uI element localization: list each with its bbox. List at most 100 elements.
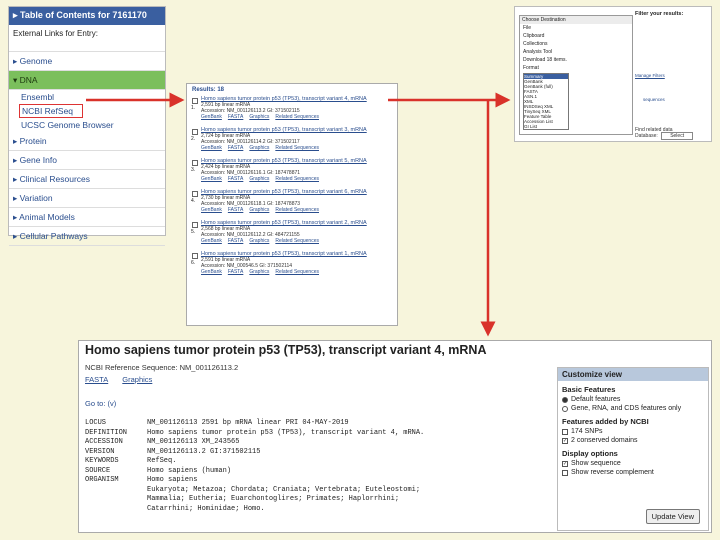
result-link[interactable]: Related Sequences (275, 176, 319, 182)
result-checkbox[interactable] (192, 160, 198, 166)
section-2[interactable]: ▸ Protein (9, 132, 165, 151)
option-label: Show sequence (571, 460, 621, 467)
record-links: FASTA Graphics (85, 375, 164, 384)
result-link[interactable]: Related Sequences (275, 238, 319, 244)
checkbox[interactable]: ✓ (562, 437, 568, 444)
record-row: DEFINITION Homo sapiens tumor protein p53… (85, 429, 424, 439)
checkbox[interactable] (562, 469, 568, 476)
sub-link-2[interactable]: UCSC Genome Browser (9, 118, 165, 132)
destination-option[interactable]: Analysis Tool (520, 48, 632, 56)
list-item: 2. Homo sapiens tumor protein p53 (TP53),… (187, 127, 397, 158)
checkbox[interactable] (562, 428, 568, 435)
result-checkbox[interactable] (192, 129, 198, 135)
result-links: GenBank FASTA Graphics Related Sequences (201, 176, 393, 182)
record-key: LOCUS (85, 419, 107, 427)
result-link[interactable]: Graphics (249, 238, 269, 244)
section-3[interactable]: ▸ Gene Info (9, 151, 165, 170)
result-link[interactable]: Related Sequences (275, 269, 319, 275)
option-row[interactable]: Gene, RNA, and CDS features only (558, 404, 708, 413)
graphics-link[interactable]: Graphics (122, 375, 152, 384)
result-number: 6. (191, 260, 196, 266)
results-count: Results: 18 (192, 87, 225, 93)
result-link[interactable]: Related Sequences (275, 145, 319, 151)
result-checkbox[interactable] (192, 253, 198, 259)
result-link[interactable]: GenBank (201, 114, 222, 120)
sequences-label: sequences (643, 97, 665, 102)
list-item: 3. Homo sapiens tumor protein p53 (TP53),… (187, 158, 397, 189)
record-row: ACCESSION NM_001126113 XM_243565 (85, 438, 424, 448)
radio-button[interactable] (562, 396, 568, 403)
result-link[interactable]: FASTA (228, 269, 243, 275)
option-row[interactable]: ✓ Show sequence (558, 459, 708, 468)
result-link[interactable]: Graphics (249, 145, 269, 151)
goto-menu[interactable]: Go to: (v) (85, 399, 116, 408)
result-number: 3. (191, 167, 196, 173)
record-value: NM_001126113.2 GI:371502115 (147, 447, 261, 456)
result-link[interactable]: FASTA (228, 176, 243, 182)
result-checkbox[interactable] (192, 222, 198, 228)
record-value: Eukaryota; Metazoa; Chordata; Craniata; … (147, 485, 421, 494)
result-link[interactable]: GenBank (201, 207, 222, 213)
record-key (85, 486, 147, 496)
option-label: Gene, RNA, and CDS features only (571, 405, 682, 412)
table-of-contents-header[interactable]: ▸ Table of Contents for 7161170 (9, 7, 165, 25)
record-value: Homo sapiens (human) (147, 466, 232, 475)
result-link[interactable]: GenBank (201, 145, 222, 151)
basic-features-options: Default features Gene, RNA, and CDS featu… (558, 395, 708, 413)
option-row[interactable]: ✓ 2 conserved domains (558, 436, 708, 445)
result-link[interactable]: Graphics (249, 114, 269, 120)
list-item: 5. Homo sapiens tumor protein p53 (TP53),… (187, 220, 397, 251)
update-view-button[interactable]: Update View (645, 509, 700, 524)
option-row[interactable]: Show reverse complement (558, 468, 708, 477)
record-key: DEFINITION (85, 428, 128, 437)
external-links-panel: ▸ Table of Contents for 7161170 External… (8, 6, 166, 246)
search-results-panel: Results: 18 1. Homo sapiens tumor protein… (186, 83, 398, 326)
format-option[interactable]: GI List (524, 124, 568, 129)
section-6[interactable]: ▸ Animal Models (9, 208, 165, 227)
result-links: GenBank FASTA Graphics Related Sequences (201, 238, 393, 244)
result-link[interactable]: FASTA (228, 238, 243, 244)
result-number: 1. (191, 105, 196, 111)
destination-option[interactable]: File (520, 24, 632, 32)
section-1[interactable]: ▾ DNA (9, 71, 165, 90)
result-number: 4. (191, 198, 196, 204)
record-body: LOCUS NM_001126113 2591 bp mRNA linear PR… (85, 419, 424, 514)
radio-button[interactable] (562, 405, 568, 412)
result-link[interactable]: Graphics (249, 207, 269, 213)
result-link[interactable]: GenBank (201, 238, 222, 244)
section-list: ▸ Genome ▾ DNA Ensembl NCBI RefSeq UCSC Geno… (9, 52, 165, 246)
result-checkbox[interactable] (192, 191, 198, 197)
result-link[interactable]: Graphics (249, 176, 269, 182)
section-7[interactable]: ▸ Cellular Pathways (9, 227, 165, 246)
format-listbox[interactable]: Summary GenBank GenBank (full) FASTA ASN.1 XM… (523, 73, 569, 130)
result-link[interactable]: GenBank (201, 176, 222, 182)
destination-option[interactable]: Clipboard (520, 32, 632, 40)
result-link[interactable]: Graphics (249, 269, 269, 275)
option-row[interactable]: 174 SNPs (558, 427, 708, 436)
sub-link-1[interactable]: NCBI RefSeq (19, 104, 83, 118)
section-5[interactable]: ▸ Variation (9, 189, 165, 208)
reference-sequence: NCBI Reference Sequence: NM_001126113.2 (85, 363, 239, 372)
display-options-label: Display options (562, 449, 618, 458)
section-4[interactable]: ▸ Clinical Resources (9, 170, 165, 189)
result-checkbox[interactable] (192, 98, 198, 104)
destination-option[interactable]: Collections (520, 40, 632, 48)
result-link[interactable]: FASTA (228, 114, 243, 120)
sub-link-0[interactable]: Ensembl (9, 90, 165, 104)
database-select[interactable]: Select (661, 132, 694, 140)
fasta-link[interactable]: FASTA (85, 375, 108, 384)
manage-filters-link[interactable]: Manage Filters (635, 73, 665, 78)
result-link[interactable]: FASTA (228, 207, 243, 213)
result-links: GenBank FASTA Graphics Related Sequences (201, 269, 393, 275)
checkbox[interactable]: ✓ (562, 460, 568, 467)
record-key (85, 495, 147, 505)
format-label: Format (523, 65, 539, 71)
result-link[interactable]: GenBank (201, 269, 222, 275)
record-row: Mammalia; Eutheria; Euarchontoglires; Pr… (85, 495, 424, 505)
result-link[interactable]: FASTA (228, 145, 243, 151)
option-row[interactable]: Default features (558, 395, 708, 404)
result-link[interactable]: Related Sequences (275, 114, 319, 120)
section-0[interactable]: ▸ Genome (9, 52, 165, 71)
result-link[interactable]: Related Sequences (275, 207, 319, 213)
record-row: SOURCE Homo sapiens (human) (85, 467, 424, 477)
